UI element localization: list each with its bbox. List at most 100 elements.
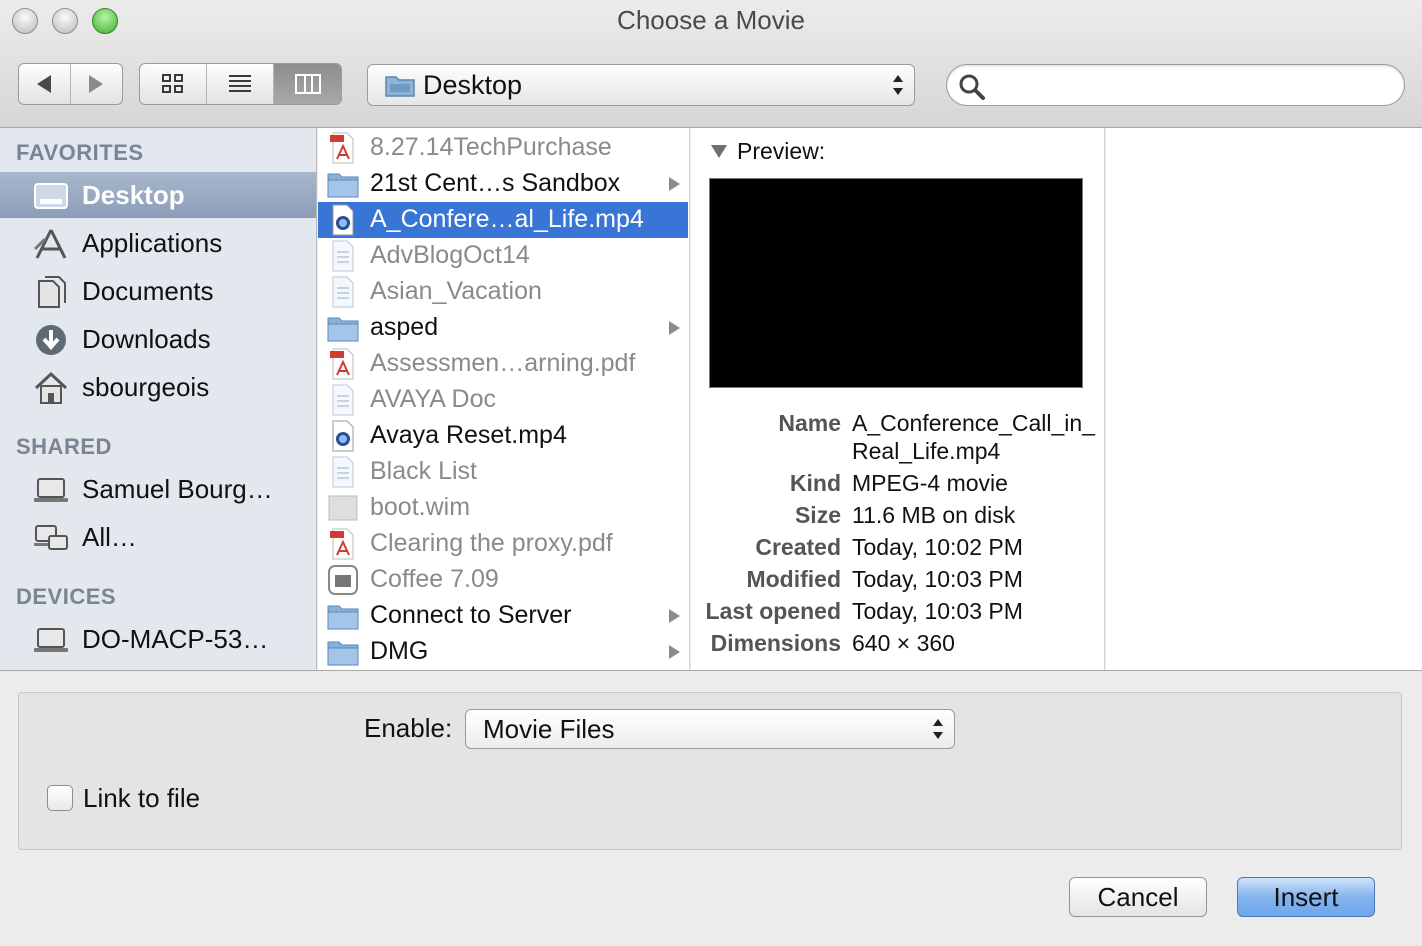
desktop-icon <box>34 183 68 209</box>
file-row[interactable]: AdvBlogOct14 <box>318 238 688 274</box>
file-list-column[interactable]: 8.27.14TechPurchase 21st Cent…s Sandbox A_… <box>318 128 690 670</box>
file-name: Coffee 7.09 <box>370 565 499 593</box>
cancel-button[interactable]: Cancel <box>1069 877 1207 917</box>
column-view-icon <box>294 74 321 94</box>
sidebar-item-home[interactable]: sbourgeois <box>0 364 316 410</box>
chevron-right-icon <box>669 321 680 335</box>
icon-view-icon <box>162 74 183 93</box>
meta-key-dimensions: Dimensions <box>710 630 841 656</box>
file-row[interactable]: 8.27.14TechPurchase <box>318 130 688 166</box>
movie-preview[interactable] <box>709 178 1083 388</box>
sidebar-item-label: Applications <box>82 227 223 258</box>
meta-key-created: Created <box>755 534 841 560</box>
title-toolbar: Choose a Movie Desktop <box>0 0 1422 128</box>
insert-button[interactable]: Insert <box>1237 877 1375 917</box>
folder-row[interactable]: asped <box>318 310 688 346</box>
file-row[interactable]: Assessmen…arning.pdf <box>318 346 688 382</box>
popup-arrows-icon <box>933 719 943 739</box>
file-row[interactable]: A_Confere…al_Life.mp4 <box>318 202 688 238</box>
file-name: A_Confere…al_Life.mp4 <box>370 205 644 233</box>
folder-row[interactable]: DMG <box>318 634 688 670</box>
documents-icon <box>38 276 66 308</box>
meta-key-name: Name <box>778 410 841 436</box>
back-button[interactable] <box>19 64 71 104</box>
sidebar-item-documents[interactable]: Documents <box>0 268 316 314</box>
meta-key-last-opened: Last opened <box>705 598 841 624</box>
blank-file-icon <box>326 492 360 524</box>
sidebar-item-device[interactable]: DO-MACP-53… <box>0 616 316 662</box>
doc-file-icon <box>326 240 360 272</box>
file-name: boot.wim <box>370 493 471 521</box>
sidebar-item-shared-computer[interactable]: Samuel Bourg… <box>0 466 316 512</box>
meta-key-size: Size <box>794 502 841 528</box>
link-to-file-label[interactable]: Link to file <box>83 783 200 814</box>
meta-value-size: 11.6 MB on disk <box>852 502 1016 528</box>
sidebar-item-all-shared[interactable]: All… <box>0 514 316 560</box>
empty-column <box>1106 128 1422 670</box>
view-mode-control <box>139 63 342 105</box>
movie-file-icon <box>326 420 360 452</box>
meta-key-modified: Modified <box>746 566 841 592</box>
folder-file-icon <box>326 168 360 200</box>
folder-row[interactable]: 21st Cent…s Sandbox <box>318 166 688 202</box>
list-view-button[interactable] <box>207 64 274 104</box>
sidebar: FAVORITES Desktop Applications Documents <box>0 128 317 670</box>
home-icon <box>34 371 68 404</box>
search-field[interactable] <box>946 64 1405 106</box>
file-row[interactable]: Avaya Reset.mp4 <box>318 418 688 454</box>
sidebar-item-label: Documents <box>82 275 214 306</box>
chevron-right-icon <box>669 609 680 623</box>
meta-value-kind: MPEG-4 movie <box>852 470 1008 496</box>
column-view-button[interactable] <box>274 64 341 104</box>
doc-file-icon <box>326 456 360 488</box>
enable-value: Movie Files <box>483 714 615 744</box>
file-name: 21st Cent…s Sandbox <box>370 169 621 197</box>
accessory-panel: Enable: Movie Files Link to file <box>18 692 1402 850</box>
laptop-icon <box>34 478 68 502</box>
doc-file-icon <box>326 276 360 308</box>
file-row[interactable]: Coffee 7.09 <box>318 562 688 598</box>
sidebar-item-label: Samuel Bourg… <box>82 473 273 504</box>
location-popup[interactable]: Desktop <box>367 64 915 106</box>
icon-view-button[interactable] <box>140 64 207 104</box>
applications-icon <box>33 229 67 259</box>
sidebar-heading-devices: DEVICES <box>16 584 117 609</box>
sidebar-item-downloads[interactable]: Downloads <box>0 316 316 362</box>
file-name: Assessmen…arning.pdf <box>370 349 636 377</box>
search-input[interactable] <box>993 69 1393 101</box>
file-name: Asian_Vacation <box>370 277 542 305</box>
sidebar-item-label: Desktop <box>82 179 185 210</box>
meta-value-modified: Today, 10:03 PM <box>852 566 1023 592</box>
list-view-icon <box>229 75 251 92</box>
back-arrow-icon <box>37 75 52 93</box>
sidebar-item-applications[interactable]: Applications <box>0 220 316 266</box>
meta-value-last-opened: Today, 10:03 PM <box>852 598 1023 624</box>
forward-button[interactable] <box>71 64 123 104</box>
folder-file-icon <box>326 312 360 344</box>
sidebar-heading-favorites: FAVORITES <box>16 140 144 165</box>
sidebar-heading-shared: SHARED <box>16 434 112 459</box>
chevron-right-icon <box>669 177 680 191</box>
preview-heading: Preview: <box>737 138 826 164</box>
enable-popup[interactable]: Movie Files <box>465 709 955 749</box>
file-row[interactable]: Black List <box>318 454 688 490</box>
preview-column: Preview: Name A_Conference_Call_in_ Real… <box>691 128 1105 670</box>
link-to-file-checkbox[interactable] <box>47 785 73 811</box>
meta-value-created: Today, 10:02 PM <box>852 534 1023 560</box>
chevron-right-icon <box>669 645 680 659</box>
sidebar-item-desktop[interactable]: Desktop <box>0 172 316 218</box>
folder-row[interactable]: Connect to Server <box>318 598 688 634</box>
file-row[interactable]: Clearing the proxy.pdf <box>318 526 688 562</box>
file-row[interactable]: Asian_Vacation <box>318 274 688 310</box>
file-row[interactable]: AVAYA Doc <box>318 382 688 418</box>
sidebar-item-label: DO-MACP-53… <box>82 623 269 654</box>
pdf-file-icon <box>326 132 360 164</box>
folder-file-icon <box>326 600 360 632</box>
file-name: 8.27.14TechPurchase <box>370 133 612 161</box>
preview-disclosure[interactable]: Preview: <box>711 138 825 165</box>
back-forward-control <box>18 63 123 105</box>
enable-label: Enable: <box>364 713 453 743</box>
file-name: DMG <box>370 637 429 665</box>
choose-movie-dialog: Choose a Movie Desktop FAVORITES Desktop… <box>0 0 1422 946</box>
file-row[interactable]: boot.wim <box>318 490 688 526</box>
